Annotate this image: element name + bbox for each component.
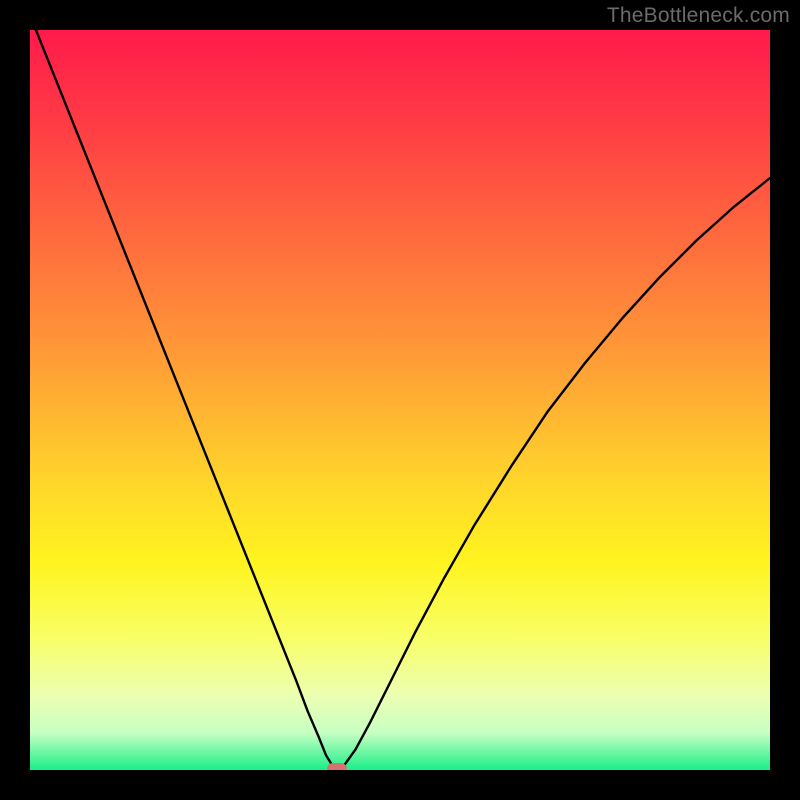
plot-area: [30, 30, 770, 770]
watermark-text: TheBottleneck.com: [607, 4, 790, 28]
optimal-point-marker: [327, 763, 347, 770]
chart-frame: TheBottleneck.com: [0, 0, 800, 800]
bottleneck-curve: [30, 30, 770, 770]
